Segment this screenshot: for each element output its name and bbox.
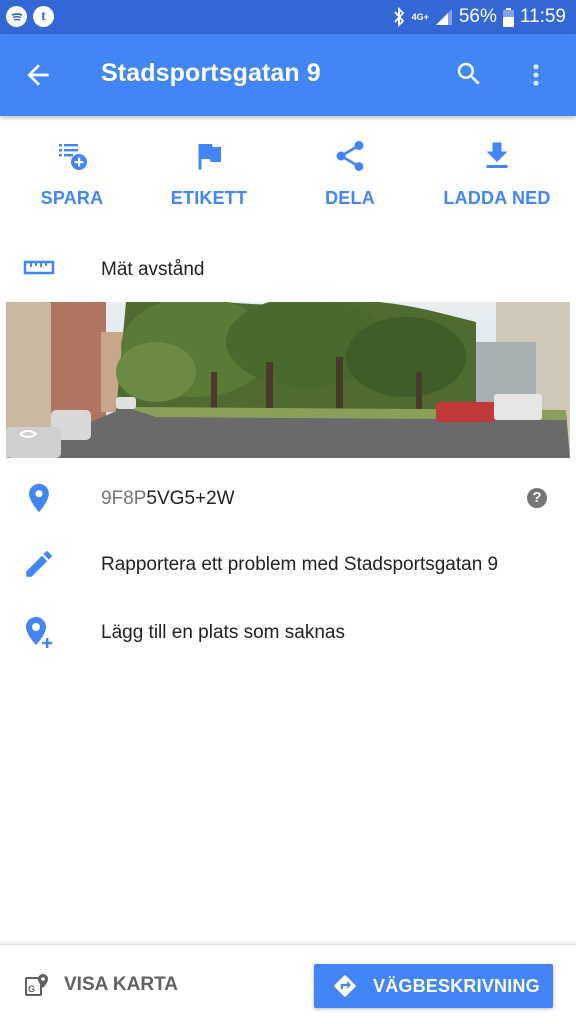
label-button[interactable]: ETIKETT xyxy=(137,120,281,230)
battery-icon xyxy=(502,7,514,27)
flag-icon xyxy=(198,144,221,170)
save-button[interactable]: SPARA xyxy=(0,120,144,230)
directions-label: VÄGBESKRIVNING xyxy=(373,976,540,996)
network-type: 4G+ xyxy=(411,11,429,22)
bottom-bar: G VISA KARTA VÄGBESKRIVNING xyxy=(0,944,576,1024)
plus-code-area: 9F8P xyxy=(101,488,147,509)
location-pin-icon xyxy=(29,483,49,513)
measure-distance-row[interactable]: Mät avstånd xyxy=(0,238,576,298)
app-bar: Stadsportsgatan 9 xyxy=(0,34,576,116)
tumblr-icon: t xyxy=(33,6,54,27)
playlist-add-icon xyxy=(59,144,87,170)
street-view-image[interactable] xyxy=(6,302,570,458)
pencil-icon xyxy=(26,551,52,577)
add-place-label: Lägg till en plats som saknas xyxy=(101,622,345,643)
report-problem-label: Rapportera ett problem med Stadsportsgat… xyxy=(101,554,499,575)
clock: 11:59 xyxy=(519,6,566,27)
add-place-row[interactable]: Lägg till en plats som saknas xyxy=(0,602,576,662)
back-arrow-icon[interactable] xyxy=(22,59,54,91)
status-bar: t 4G+ 56% 11:59 xyxy=(0,0,576,34)
directions-icon xyxy=(334,975,356,997)
share-icon xyxy=(336,141,364,171)
download-label: LADDA NED xyxy=(443,188,551,208)
show-map-button[interactable]: G VISA KARTA xyxy=(24,963,178,1007)
plus-code-value: 5VG5+2W xyxy=(146,488,235,509)
ruler-icon xyxy=(23,260,55,275)
label-label: ETIKETT xyxy=(170,188,248,208)
download-icon xyxy=(486,142,508,168)
share-label: DELA xyxy=(325,188,375,208)
directions-button[interactable]: VÄGBESKRIVNING xyxy=(314,964,553,1008)
save-label: SPARA xyxy=(40,188,104,208)
page-title: Stadsportsgatan 9 xyxy=(101,59,321,87)
plus-code-row[interactable]: 9F8P5VG5+2W ? xyxy=(0,468,576,528)
action-row: SPARA ETIKETT DELA LADDA NED xyxy=(0,120,576,230)
spotify-icon xyxy=(6,6,27,27)
help-icon[interactable]: ? xyxy=(527,488,547,508)
battery-level: 56% xyxy=(458,6,497,27)
more-vert-icon[interactable] xyxy=(522,59,550,91)
plus-code: 9F8P5VG5+2W xyxy=(101,488,235,510)
signal-icon xyxy=(435,9,452,25)
report-problem-row[interactable]: Rapportera ett problem med Stadsportsgat… xyxy=(0,534,576,594)
add-location-icon xyxy=(26,617,53,648)
show-map-label: VISA KARTA xyxy=(64,974,178,995)
svg-text:G: G xyxy=(28,984,35,994)
download-button[interactable]: LADDA NED xyxy=(425,120,569,230)
measure-distance-label: Mät avstånd xyxy=(101,259,205,280)
bluetooth-icon xyxy=(393,7,404,27)
share-button[interactable]: DELA xyxy=(278,120,422,230)
map-icon: G xyxy=(25,974,48,996)
search-icon[interactable] xyxy=(454,59,484,89)
